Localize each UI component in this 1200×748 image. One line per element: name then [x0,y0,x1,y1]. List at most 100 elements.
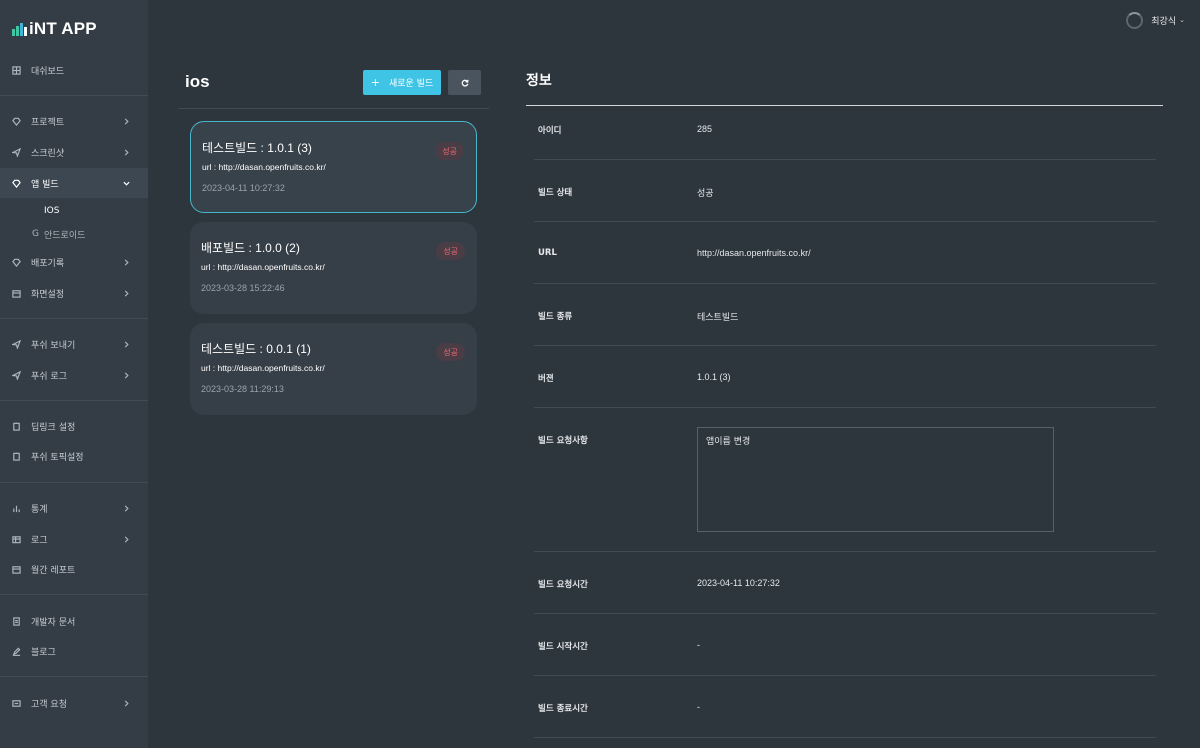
info-row-id: 아이디 285 [534,98,1156,160]
avatar [1126,11,1144,29]
build-card-url: url : http://dasan.openfruits.co.kr/ [201,363,325,373]
new-build-label: 새로운 빌드 [388,79,434,89]
sidebar-item-label: 딥링크 설정 [31,422,76,433]
sidebar-item-statistics[interactable]: 통계 [0,493,148,523]
info-label: URL [538,248,557,258]
sidebar-item-monthly-report[interactable]: 월간 레포트 [0,554,148,584]
sidebar-item-label: 로그 [31,535,48,546]
info-row-start-time: 빌드 시작시간 - [534,614,1156,676]
build-card-url: url : http://dasan.openfruits.co.kr/ [202,162,326,172]
info-row-build-type: 빌드 종류 테스트빌드 [534,284,1156,346]
build-card-date: 2023-03-28 11:29:13 [201,384,284,394]
info-row-request-time: 빌드 요청시간 2023-04-11 10:27:32 [534,552,1156,614]
logo-bars-icon [12,22,28,36]
sidebar-item-label: 푸쉬 로그 [31,371,67,382]
info-label: 빌드 종류 [538,312,573,322]
sidebar-item-label: 배포기록 [31,258,65,269]
diamond-icon [11,257,21,267]
info-value: 1.0.1 (3) [697,372,731,382]
calendar-icon [11,564,21,574]
sidebar-divider [0,95,148,96]
sidebar-item-deeplink-settings[interactable]: 딥링크 설정 [0,411,148,441]
sidebar-item-deploy-history[interactable]: 배포기록 [0,247,148,277]
info-row-url: URL http://dasan.openfruits.co.kr/ [534,222,1156,284]
chevron-right-icon [121,288,131,298]
send-icon [11,147,21,157]
sidebar-item-developer-docs[interactable]: 개발자 문서 [0,606,148,636]
info-value: - [697,640,700,650]
calendar-icon [11,288,21,298]
build-card-title: 배포빌드 : 1.0.0 (2) [201,241,300,255]
sidebar-item-push-send[interactable]: 푸쉬 보내기 [0,329,148,359]
sidebar-item-label: 스크린샷 [31,148,65,159]
info-value: 성공 [697,188,714,198]
sidebar: iNT APP 대쉬보드 프로젝트 스크린샷 앱 빌드 IOS G 안드로이드 … [0,0,148,748]
info-label: 빌드 시작시간 [538,642,588,652]
sidebar-item-push-topic-settings[interactable]: 푸쉬 토픽설정 [0,441,148,471]
user-menu[interactable]: 최강식 ⌄ [1126,11,1185,29]
chevron-right-icon [121,503,131,513]
table-icon [11,534,21,544]
sidebar-subitem-label: 안드로이드 [44,230,86,241]
sidebar-item-screenshot[interactable]: 스크린샷 [0,137,148,167]
sidebar-item-label: 월간 레포트 [31,565,76,576]
chevron-down-icon [121,178,131,188]
status-badge: 성공 [436,343,465,361]
status-badge: 성공 [435,142,464,160]
sidebar-item-label: 개발자 문서 [31,617,76,628]
build-card-url: url : http://dasan.openfruits.co.kr/ [201,262,325,272]
info-label: 빌드 종료시간 [538,704,588,714]
sidebar-item-label: 통계 [31,504,48,515]
build-card[interactable]: 테스트빌드 : 0.0.1 (1) 성공 url : http://dasan.… [190,323,477,415]
sidebar-item-label: 프로젝트 [31,117,65,128]
document-icon [11,616,21,626]
build-card-title: 테스트빌드 : 0.0.1 (1) [201,342,311,356]
refresh-icon [461,79,469,87]
app-logo[interactable]: iNT APP [12,18,97,40]
sidebar-item-log[interactable]: 로그 [0,524,148,554]
info-row-version: 버젼 1.0.1 (3) [534,346,1156,408]
sidebar-subitem-android[interactable]: G 안드로이드 [32,226,85,242]
sidebar-item-label: 화면설정 [31,289,65,300]
sidebar-subitem-ios[interactable]: IOS [32,203,59,219]
build-card[interactable]: 테스트빌드 : 1.0.1 (3) 성공 url : http://dasan.… [190,121,477,213]
info-row-build-status: 빌드 상태 성공 [534,160,1156,222]
info-row-end-time: 빌드 종료시간 - [534,676,1156,738]
diamond-icon [11,116,21,126]
info-value: 테스트빌드 [697,312,739,322]
chevron-down-icon: ⌄ [1179,16,1185,24]
sidebar-item-screen-settings[interactable]: 화면설정 [0,278,148,308]
sidebar-item-label: 푸쉬 토픽설정 [31,452,84,463]
google-icon: G [32,229,39,239]
send-icon [11,370,21,380]
info-label: 아이디 [538,126,562,136]
sidebar-divider [0,400,148,401]
sidebar-item-dashboard[interactable]: 대쉬보드 [0,55,148,85]
chevron-right-icon [121,116,131,126]
refresh-button[interactable] [448,70,481,95]
build-request-textarea[interactable]: 앱이름 변경 [697,427,1054,532]
pen-icon [11,646,21,656]
build-card[interactable]: 배포빌드 : 1.0.0 (2) 성공 url : http://dasan.o… [190,222,477,314]
sidebar-item-label: 블로그 [31,647,56,658]
sidebar-item-app-build[interactable]: 앱 빌드 [0,168,148,198]
info-label: 빌드 요청사항 [538,436,588,446]
info-value: http://dasan.openfruits.co.kr/ [697,248,811,258]
message-icon [11,698,21,708]
build-card-title: 테스트빌드 : 1.0.1 (3) [202,141,312,155]
dashboard-icon [11,65,21,75]
sidebar-item-push-log[interactable]: 푸쉬 로그 [0,360,148,390]
build-card-date: 2023-03-28 15:22:46 [201,283,285,293]
new-build-button[interactable]: + 새로운 빌드 [363,70,441,95]
sidebar-item-label: 푸쉬 보내기 [31,340,76,351]
chevron-right-icon [121,147,131,157]
info-title: 정보 [526,73,552,89]
sidebar-item-project[interactable]: 프로젝트 [0,106,148,136]
sidebar-item-blog[interactable]: 블로그 [0,636,148,666]
user-name: 최강식 [1151,16,1177,27]
status-badge: 성공 [436,242,465,260]
bar-chart-icon [11,503,21,513]
panel-divider [178,108,489,109]
sidebar-divider [0,594,148,595]
sidebar-item-customer-request[interactable]: 고객 요청 [0,688,148,718]
